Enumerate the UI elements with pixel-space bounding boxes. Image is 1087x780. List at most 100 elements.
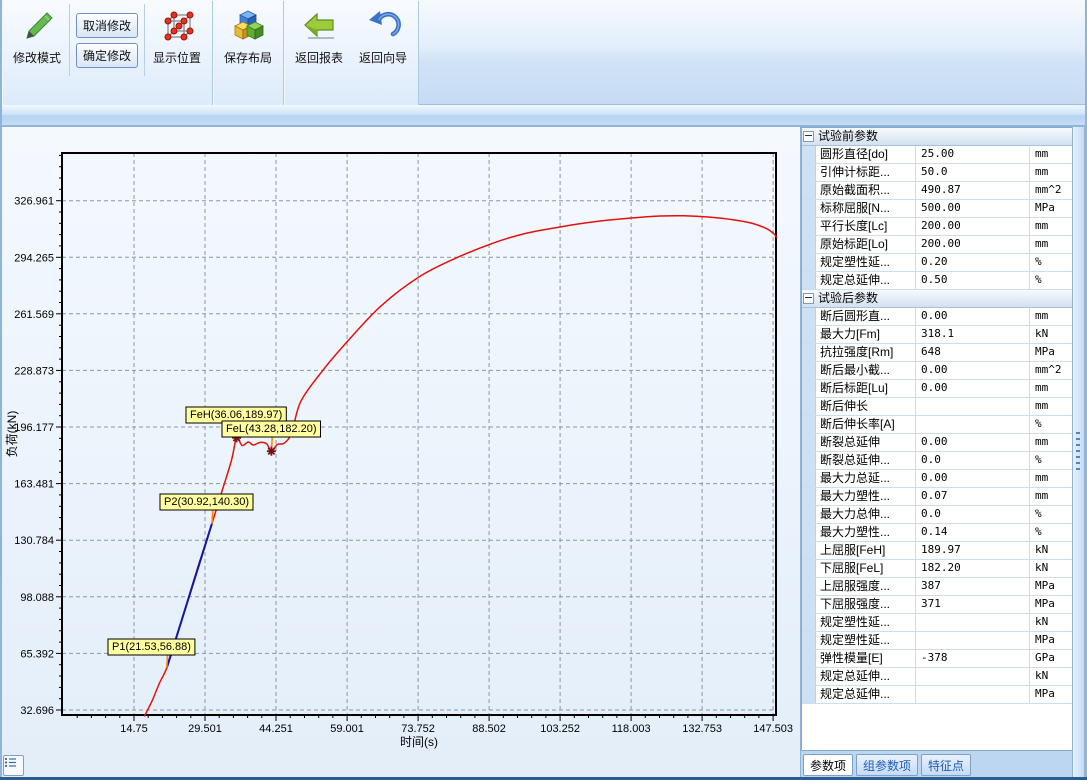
parameter-value[interactable]: -378 <box>916 650 1030 667</box>
section-header[interactable]: 试验后参数 <box>802 290 1072 308</box>
parameter-value[interactable]: 0.00 <box>916 470 1030 487</box>
parameter-row[interactable]: 断后伸长mm <box>802 398 1072 416</box>
save-layout-button[interactable]: 保存布局 <box>216 4 280 79</box>
parameter-row[interactable]: 引伸计标距...50.0mm <box>802 164 1072 182</box>
parameter-value[interactable]: 0.14 <box>916 524 1030 541</box>
parameter-value[interactable]: 0.00 <box>916 380 1030 397</box>
parameter-value[interactable] <box>916 416 1030 433</box>
parameter-row[interactable]: 原始截面积...490.87mm^2 <box>802 182 1072 200</box>
parameter-unit: % <box>1030 272 1072 289</box>
parameter-row[interactable]: 规定塑性延...kN <box>802 614 1072 632</box>
show-position-button[interactable]: 显示位置 <box>145 4 209 79</box>
parameter-row[interactable]: 规定塑性延...0.20% <box>802 254 1072 272</box>
parameter-value[interactable] <box>916 668 1030 685</box>
parameter-value[interactable]: 0.00 <box>916 362 1030 379</box>
parameter-row[interactable]: 最大力[Fm]318.1kN <box>802 326 1072 344</box>
list-button[interactable] <box>3 755 24 776</box>
parameter-value[interactable] <box>916 632 1030 649</box>
parameter-row[interactable]: 标称屈服[N...500.00MPa <box>802 200 1072 218</box>
parameter-value[interactable]: 0.0 <box>916 506 1030 523</box>
parameter-value[interactable]: 0.00 <box>916 308 1030 325</box>
parameter-unit: mm <box>1030 236 1072 253</box>
parameter-unit: mm <box>1030 146 1072 163</box>
parameter-label: 断后伸长 <box>816 398 916 415</box>
right-splitter[interactable] <box>1072 127 1085 777</box>
parameter-row[interactable]: 断后伸长率[A]% <box>802 416 1072 434</box>
parameter-row[interactable]: 上屈服[FeH]189.97kN <box>802 542 1072 560</box>
modify-mode-button[interactable]: 修改模式 <box>5 4 69 79</box>
parameter-row[interactable]: 上屈服强度...387MPa <box>802 578 1072 596</box>
parameter-row[interactable]: 原始标距[Lo]200.00mm <box>802 236 1072 254</box>
parameter-label: 规定总延伸... <box>816 272 916 289</box>
parameter-row[interactable]: 规定总延伸...0.50% <box>802 272 1072 290</box>
parameter-value[interactable] <box>916 614 1030 631</box>
parameter-value[interactable] <box>916 686 1030 703</box>
bullet-list-icon <box>4 756 17 769</box>
return-report-button[interactable]: 返回报表 <box>287 4 351 79</box>
parameter-row[interactable]: 规定总延伸...kN <box>802 668 1072 686</box>
collapse-icon[interactable] <box>803 131 814 142</box>
parameter-value[interactable]: 182.20 <box>916 560 1030 577</box>
parameter-row[interactable]: 断后最小截...0.00mm^2 <box>802 362 1072 380</box>
parameter-row[interactable]: 规定总延伸...MPa <box>802 686 1072 704</box>
parameter-row[interactable]: 平行长度[Lc]200.00mm <box>802 218 1072 236</box>
parameter-value[interactable]: 50.0 <box>916 164 1030 181</box>
button-label: 返回报表 <box>295 49 343 66</box>
parameter-unit: % <box>1030 524 1072 541</box>
parameter-value[interactable]: 0.20 <box>916 254 1030 271</box>
parameter-value[interactable]: 371 <box>916 596 1030 613</box>
parameter-value[interactable]: 387 <box>916 578 1030 595</box>
parameter-unit: MPa <box>1030 686 1072 703</box>
parameter-value[interactable]: 0.07 <box>916 488 1030 505</box>
annotation-label[interactable]: P2(30.92,140.30) <box>160 494 253 510</box>
parameter-value[interactable]: 490.87 <box>916 182 1030 199</box>
cubes-icon <box>229 7 267 45</box>
tab-组参数项[interactable]: 组参数项 <box>856 754 918 776</box>
annotation-label[interactable]: FeL(43.28,182.20) <box>222 421 321 437</box>
section-header[interactable]: 试验前参数 <box>802 128 1072 146</box>
annotation-label[interactable]: P1(21.53,56.88) <box>108 639 195 655</box>
parameter-row[interactable]: 断裂总延伸0.00mm <box>802 434 1072 452</box>
parameter-unit: kN <box>1030 614 1072 631</box>
parameter-row[interactable]: 断后标距[Lu]0.00mm <box>802 380 1072 398</box>
parameter-unit: MPa <box>1030 200 1072 217</box>
parameter-value[interactable]: 25.00 <box>916 146 1030 163</box>
confirm-modify-button[interactable]: 确定修改 <box>76 43 138 68</box>
return-wizard-button[interactable]: 返回向导 <box>351 4 415 79</box>
parameter-value[interactable]: 0.0 <box>916 452 1030 469</box>
parameter-value[interactable]: 0.00 <box>916 434 1030 451</box>
parameter-row[interactable]: 抗拉强度[Rm]648MPa <box>802 344 1072 362</box>
cancel-modify-button[interactable]: 取消修改 <box>76 13 138 38</box>
parameter-row[interactable]: 规定塑性延...MPa <box>802 632 1072 650</box>
parameter-value[interactable]: 500.00 <box>916 200 1030 217</box>
parameter-row[interactable]: 弹性模量[E]-378GPa <box>802 650 1072 668</box>
parameter-value[interactable]: 200.00 <box>916 218 1030 235</box>
parameter-row[interactable]: 下屈服强度...371MPa <box>802 596 1072 614</box>
parameter-row[interactable]: 最大力塑性...0.07mm <box>802 488 1072 506</box>
parameter-row[interactable]: 最大力总延...0.00mm <box>802 470 1072 488</box>
collapse-icon[interactable] <box>803 293 814 304</box>
parameter-unit: mm <box>1030 218 1072 235</box>
parameter-value[interactable]: 200.00 <box>916 236 1030 253</box>
tab-特征点[interactable]: 特征点 <box>921 754 971 776</box>
parameter-value[interactable] <box>916 398 1030 415</box>
parameter-row[interactable]: 最大力总伸...0.0% <box>802 506 1072 524</box>
parameter-label: 断裂总延伸... <box>816 452 916 469</box>
plot-border <box>62 153 776 715</box>
parameter-label: 断后伸长率[A] <box>816 416 916 433</box>
parameter-value[interactable]: 648 <box>916 344 1030 361</box>
x-tick-label: 14.75 <box>120 723 148 735</box>
parameter-row[interactable]: 断裂总延伸...0.0% <box>802 452 1072 470</box>
undo-arrow-icon <box>364 7 402 45</box>
parameter-row[interactable]: 最大力塑性...0.14% <box>802 524 1072 542</box>
parameter-label: 断后圆形直... <box>816 308 916 325</box>
parameter-value[interactable]: 0.50 <box>916 272 1030 289</box>
parameter-value[interactable]: 189.97 <box>916 542 1030 559</box>
parameter-row[interactable]: 下屈服[FeL]182.20kN <box>802 560 1072 578</box>
parameter-row[interactable]: 断后圆形直...0.00mm <box>802 308 1072 326</box>
parameter-row[interactable]: 圆形直径[do]25.00mm <box>802 146 1072 164</box>
tab-参数项[interactable]: 参数项 <box>803 754 853 776</box>
button-label: 修改模式 <box>13 49 61 66</box>
x-tick-label: 44.251 <box>259 723 293 735</box>
parameter-value[interactable]: 318.1 <box>916 326 1030 343</box>
